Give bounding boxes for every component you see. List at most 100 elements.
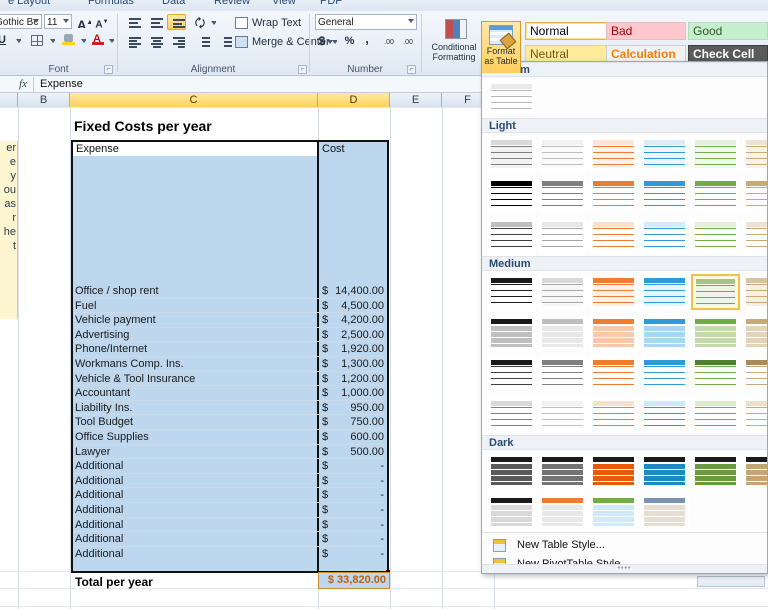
shrink-font-button[interactable]: A▼ [94, 14, 110, 29]
table-style-swatch[interactable] [640, 177, 689, 213]
increase-decimal-button[interactable]: .00 [380, 33, 398, 48]
expense-label[interactable]: Additional [75, 459, 315, 473]
table-style-swatch[interactable] [640, 494, 689, 530]
table-style-swatch[interactable] [742, 218, 768, 254]
number-dialog-launcher[interactable]: ⌐ [407, 65, 416, 74]
table-style-swatch[interactable] [487, 177, 536, 213]
fill-color-button[interactable] [60, 32, 76, 47]
table-style-swatch[interactable] [487, 494, 536, 530]
expense-label[interactable]: Phone/Internet [75, 342, 315, 356]
table-style-swatch[interactable] [589, 453, 638, 489]
table-style-swatch[interactable] [487, 80, 536, 116]
decrease-decimal-button[interactable]: .00 [399, 33, 417, 48]
cell-style-bad[interactable]: Bad [606, 22, 686, 40]
table-style-swatch[interactable] [538, 494, 587, 530]
instructions-note-cell[interactable]: er e y ou as r he t [0, 141, 18, 319]
expense-label[interactable]: Additional [75, 547, 315, 561]
insert-function-icon[interactable]: fx [16, 78, 30, 91]
table-style-swatch[interactable] [589, 274, 638, 310]
expense-amount[interactable]: 1,000.00 [330, 386, 384, 400]
column-header-e[interactable]: E [390, 93, 442, 107]
table-style-swatch[interactable] [742, 136, 768, 172]
underline-dropdown[interactable] [13, 32, 22, 47]
borders-dropdown[interactable] [47, 32, 56, 47]
expense-amount[interactable]: - [330, 547, 384, 561]
expense-label[interactable]: Lawyer [75, 445, 315, 459]
table-style-swatch[interactable] [640, 397, 689, 433]
table-style-swatch[interactable] [742, 177, 768, 213]
expense-amount[interactable]: - [330, 488, 384, 502]
expense-amount[interactable]: 2,500.00 [330, 328, 384, 342]
percent-style-button[interactable]: % [342, 33, 357, 48]
table-style-swatch[interactable] [691, 274, 740, 310]
formula-input[interactable]: Expense [40, 78, 83, 90]
total-value[interactable]: $ 33,820.00 [318, 572, 390, 589]
column-header-d[interactable]: D [318, 93, 390, 107]
expense-amount[interactable]: - [330, 532, 384, 546]
expense-amount[interactable]: 1,300.00 [330, 357, 384, 371]
decrease-indent-button[interactable] [192, 33, 211, 49]
table-style-swatch[interactable] [487, 136, 536, 172]
table-style-swatch[interactable] [640, 356, 689, 392]
tab-pdf[interactable]: PDF [320, 0, 342, 7]
font-color-button[interactable]: A [89, 32, 105, 47]
table-style-swatch[interactable] [640, 315, 689, 351]
table-style-swatch[interactable] [742, 397, 768, 433]
table-style-swatch[interactable] [538, 136, 587, 172]
tab-formulas[interactable]: Formulas [88, 0, 134, 7]
table-style-swatch[interactable] [589, 494, 638, 530]
table-style-swatch[interactable] [742, 315, 768, 351]
table-style-swatch[interactable] [487, 453, 536, 489]
tab-view[interactable]: View [272, 0, 296, 7]
expense-amount[interactable]: 750.00 [330, 415, 384, 429]
table-style-swatch[interactable] [691, 218, 740, 254]
table-style-swatch[interactable] [487, 274, 536, 310]
expense-label[interactable]: Additional [75, 474, 315, 488]
horizontal-scrollbar[interactable] [697, 576, 765, 587]
comma-style-button[interactable]: , [360, 33, 374, 48]
expense-amount[interactable]: 14,400.00 [330, 284, 384, 298]
table-style-swatch[interactable] [691, 453, 740, 489]
expense-amount[interactable]: 600.00 [330, 430, 384, 444]
sheet-title[interactable]: Fixed Costs per year [74, 118, 212, 134]
expense-amount[interactable]: 4,200.00 [330, 313, 384, 327]
expense-amount[interactable]: 500.00 [330, 445, 384, 459]
expense-label[interactable]: Accountant [75, 386, 315, 400]
table-style-swatch[interactable] [487, 218, 536, 254]
fill-color-dropdown[interactable] [78, 32, 87, 47]
new-table-style-action[interactable]: New Table Style... [487, 536, 767, 555]
expense-label[interactable]: Liability Ins. [75, 401, 315, 415]
cell-style-good[interactable]: Good [688, 22, 768, 40]
table-style-swatch[interactable] [691, 177, 740, 213]
align-left-button[interactable] [123, 33, 142, 49]
align-bottom-button[interactable] [167, 14, 186, 30]
table-style-swatch[interactable] [589, 177, 638, 213]
column-header-b[interactable]: B [18, 93, 70, 107]
table-style-swatch[interactable] [487, 397, 536, 433]
expense-label[interactable]: Advertising [75, 328, 315, 342]
table-style-swatch[interactable] [589, 136, 638, 172]
expense-label[interactable]: Office Supplies [75, 430, 315, 444]
conditional-formatting-button[interactable]: Conditional Formatting [426, 15, 482, 69]
expense-amount[interactable]: 950.00 [330, 401, 384, 415]
table-style-swatch[interactable] [691, 136, 740, 172]
table-style-swatch[interactable] [538, 177, 587, 213]
table-style-swatch[interactable] [538, 218, 587, 254]
expense-label[interactable]: Additional [75, 488, 315, 502]
alignment-dialog-launcher[interactable]: ⌐ [298, 65, 307, 74]
table-style-swatch[interactable] [538, 453, 587, 489]
table-style-swatch[interactable] [691, 397, 740, 433]
tab-page-layout[interactable]: e Layout [8, 0, 50, 7]
orientation-dropdown[interactable] [208, 14, 217, 30]
orientation-button[interactable]: 🗘 [191, 14, 209, 30]
table-style-swatch[interactable] [589, 315, 638, 351]
expense-amount[interactable]: 1,200.00 [330, 372, 384, 386]
expense-label[interactable]: Workmans Comp. Ins. [75, 357, 315, 371]
table-style-swatch[interactable] [538, 356, 587, 392]
expense-amount[interactable]: - [330, 474, 384, 488]
expense-label[interactable]: Office / shop rent [75, 284, 315, 298]
table-style-swatch[interactable] [589, 218, 638, 254]
grow-font-button[interactable]: A▲ [76, 14, 92, 29]
format-as-table-button[interactable]: Format as Table [481, 21, 521, 73]
align-top-button[interactable] [123, 14, 142, 30]
